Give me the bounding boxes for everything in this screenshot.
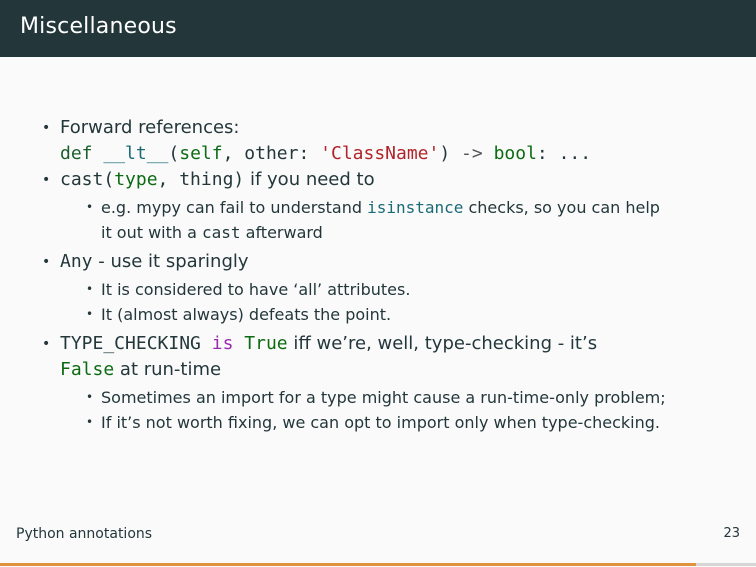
- subbullet-isinstance: • e.g. mypy can fail to understand isins…: [40, 195, 720, 245]
- subbullet-marker: •: [86, 390, 94, 404]
- slide-title: Miscellaneous: [20, 14, 177, 39]
- code-isinstance: isinstance: [367, 198, 464, 217]
- bullet-marker: •: [42, 172, 51, 188]
- subbullet-marker: •: [86, 200, 94, 214]
- bullet-marker: •: [42, 120, 51, 136]
- subbullet-marker: •: [86, 307, 94, 321]
- code-any: Any: [60, 251, 93, 272]
- code-false: False: [60, 359, 115, 380]
- subbullet-marker: •: [86, 415, 94, 429]
- progress-bar: [0, 563, 756, 566]
- bullet-forward-references: • Forward references: def __lt__(self, o…: [40, 115, 720, 167]
- slide-title-bar: Miscellaneous: [0, 0, 756, 57]
- sublist-type-checking: • Sometimes an import for a type might c…: [40, 385, 720, 435]
- sublist-cast: • e.g. mypy can fail to understand isins…: [40, 195, 720, 245]
- bullet-text: - use it sparingly: [92, 251, 249, 272]
- bullet-text: if you need to: [244, 169, 375, 190]
- page-number: 23: [723, 526, 740, 541]
- slide-content: • Forward references: def __lt__(self, o…: [40, 115, 720, 439]
- progress-bar-fill: [0, 563, 696, 566]
- bullet-type-checking: • TYPE_CHECKING is True iff we’re, well,…: [42, 333, 598, 380]
- bullet-cast: • cast(type, thing) if you need to: [40, 167, 720, 193]
- code-cast-inline: cast: [202, 223, 241, 242]
- bullet-any: • Any - use it sparingly: [40, 249, 720, 275]
- code-cast: cast(type, thing): [60, 169, 245, 190]
- sublist-any: • It is considered to have ‘all’ attribu…: [40, 277, 720, 327]
- bullet-text: Forward references:: [60, 117, 240, 138]
- code-forward-reference: def __lt__(self, other: 'ClassName') -> …: [60, 143, 592, 164]
- bullet-marker: •: [42, 254, 51, 270]
- subbullet-runtime-problem: • Sometimes an import for a type might c…: [40, 385, 720, 410]
- subbullet-import-when-checking: • If it’s not worth fixing, we can opt t…: [40, 410, 720, 435]
- bullet-marker: •: [42, 336, 51, 352]
- subbullet-marker: •: [86, 282, 94, 296]
- subbullet-all-attributes: • It is considered to have ‘all’ attribu…: [40, 277, 720, 302]
- code-type-checking: TYPE_CHECKING is True: [60, 333, 288, 354]
- subbullet-defeats-point: • It (almost always) defeats the point.: [40, 302, 720, 327]
- footer-title: Python annotations: [16, 526, 153, 542]
